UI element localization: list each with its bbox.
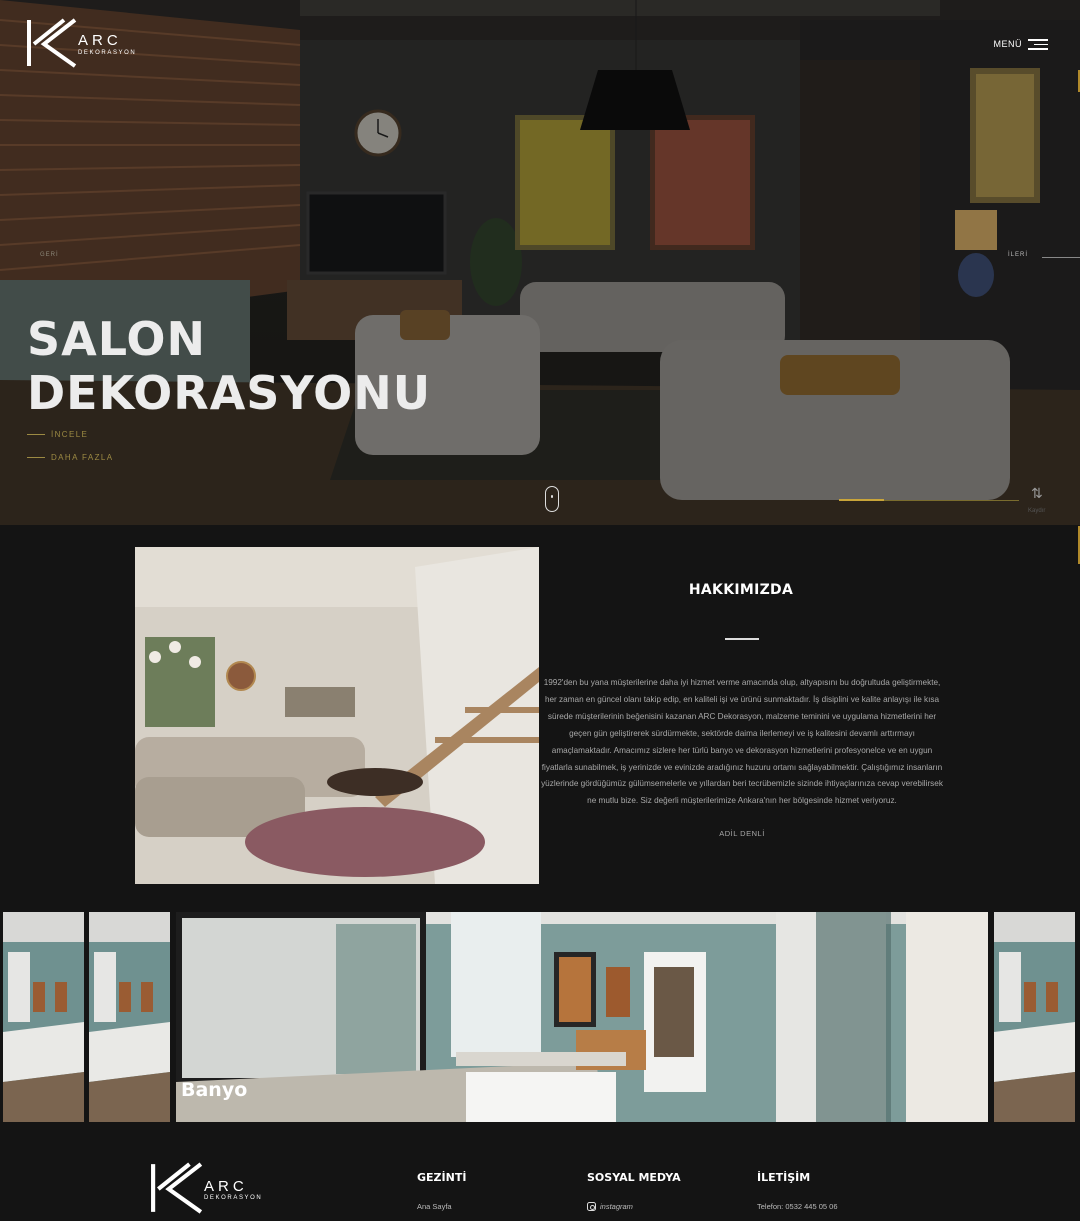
- slide-progress-fill: [839, 499, 884, 501]
- inspect-link[interactable]: İNCELE: [27, 430, 88, 439]
- brand-subtitle: DEKORASYON: [78, 50, 137, 56]
- scroll-label: Kaydır: [1028, 508, 1046, 514]
- about-signature: ADİL DENLİ: [719, 829, 765, 838]
- arc-logo-icon: [151, 1162, 203, 1214]
- footer-social-title: SOSYAL MEDYA: [587, 1171, 681, 1184]
- slide-progress-bar: [839, 499, 1019, 501]
- hamburger-icon: [1028, 36, 1048, 53]
- about-photo: [135, 547, 539, 884]
- gallery-slide-active[interactable]: [176, 912, 988, 1122]
- gallery-slide[interactable]: [3, 912, 84, 1122]
- footer-instagram-label: instagram: [600, 1202, 633, 1211]
- about-divider: [725, 638, 759, 640]
- arc-logo-icon: [27, 18, 77, 68]
- menu-button[interactable]: MENÜ: [993, 36, 1048, 53]
- footer-brand-subtitle: DEKORASYON: [204, 1195, 263, 1201]
- prev-slide-button[interactable]: GERİ: [40, 252, 59, 258]
- instagram-icon: [587, 1202, 596, 1211]
- gallery-slide[interactable]: [89, 912, 170, 1122]
- more-link[interactable]: DAHA FAZLA: [27, 453, 113, 462]
- footer-brand-name: ARC: [204, 1178, 248, 1195]
- hero-title-line1: SALON: [27, 312, 207, 366]
- brand-logo[interactable]: ARC DEKORASYON: [26, 18, 136, 68]
- hero-title-line2: DEKORASYONU: [27, 366, 432, 420]
- footer-nav-title: GEZİNTİ: [417, 1171, 467, 1184]
- more-label: DAHA FAZLA: [51, 453, 114, 462]
- next-slide-line: [1042, 257, 1080, 258]
- brand-name: ARC: [78, 32, 122, 49]
- hero-title: SALON DEKORASYONU: [27, 312, 431, 420]
- footer-contact-title: İLETİŞİM: [757, 1171, 811, 1184]
- footer-phone-link[interactable]: Telefon: 0532 445 05 06: [757, 1202, 838, 1211]
- hero-slider: ARC DEKORASYON MENÜ GERİ İLERİ SALON DEK…: [0, 0, 1080, 525]
- gallery-slide-title: Banyo: [181, 1079, 248, 1101]
- scroll-down-icon[interactable]: [545, 486, 559, 512]
- footer-logo[interactable]: ARC DEKORASYON: [150, 1162, 262, 1214]
- about-title: HAKKIMIZDA: [688, 582, 794, 598]
- footer-instagram-link[interactable]: instagram: [587, 1202, 633, 1211]
- gallery-carousel: [0, 912, 1080, 1122]
- menu-label: MENÜ: [993, 39, 1022, 50]
- gallery-slide[interactable]: [994, 912, 1075, 1122]
- footer-nav-home-link[interactable]: Ana Sayfa: [417, 1202, 452, 1211]
- swap-arrows-icon[interactable]: ⇅: [1031, 485, 1043, 502]
- next-slide-button[interactable]: İLERİ: [1008, 252, 1028, 258]
- about-body: 1992'den bu yana müşterilerine daha iyi …: [541, 678, 943, 806]
- inspect-label: İNCELE: [51, 430, 89, 439]
